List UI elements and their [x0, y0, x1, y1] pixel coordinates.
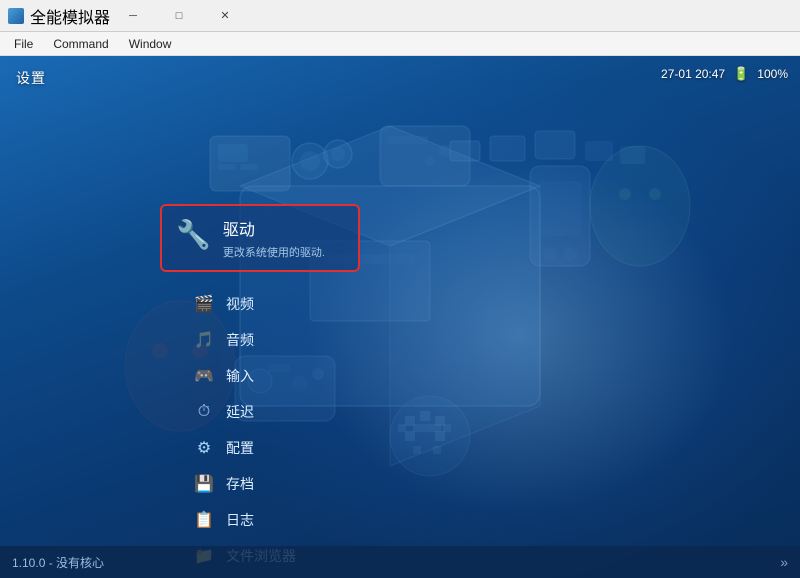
titlebar-controls: ─ □ ✕	[110, 0, 248, 32]
config-icon: ⚙	[192, 436, 216, 460]
input-icon: 🎮	[192, 364, 216, 388]
save-label: 存档	[226, 474, 254, 494]
close-button[interactable]: ✕	[202, 0, 248, 32]
battery-icon: 🔋	[733, 66, 749, 82]
side-menu-item-input[interactable]: 🎮 输入	[180, 358, 340, 394]
log-label: 日志	[226, 510, 254, 530]
input-label: 输入	[226, 366, 254, 386]
bottombar: 1.10.0 - 没有核心 »	[0, 546, 800, 578]
menu-window[interactable]: Window	[119, 33, 182, 55]
menu-command[interactable]: Command	[43, 33, 118, 55]
audio-icon: 🎵	[192, 328, 216, 352]
save-icon: 💾	[192, 472, 216, 496]
video-label: 视频	[226, 294, 254, 314]
maximize-button[interactable]: □	[156, 0, 202, 32]
datetime-label: 27-01 20:47	[661, 67, 725, 81]
driver-icon: 🔧	[176, 218, 211, 251]
topright-info: 27-01 20:47 🔋 100%	[661, 66, 788, 82]
side-menu-item-latency[interactable]: ⏱ 延迟	[180, 394, 340, 430]
expand-arrow[interactable]: »	[780, 554, 788, 570]
driver-description: 更改系统使用的驱动.	[223, 244, 325, 260]
driver-title: 驱动	[223, 216, 325, 240]
side-menu-item-save[interactable]: 💾 存档	[180, 466, 340, 502]
titlebar-title: 全能模拟器	[30, 4, 110, 28]
log-icon: 📋	[192, 508, 216, 532]
main-area: 设置 27-01 20:47 🔋 100% 🔧 驱动 更改系统使用的驱动. 🎬 视…	[0, 56, 800, 578]
settings-label: 设置	[16, 68, 46, 88]
menu-file[interactable]: File	[4, 33, 43, 55]
version-label: 1.10.0 - 没有核心	[12, 554, 104, 571]
side-menu-item-video[interactable]: 🎬 视频	[180, 286, 340, 322]
driver-box-text: 驱动 更改系统使用的驱动.	[223, 216, 325, 260]
side-menu: 🎬视频🎵音频🎮输入⏱延迟⚙配置💾存档📋日志📁文件浏览器🖥限帽	[180, 286, 340, 578]
titlebar: 全能模拟器 ─ □ ✕	[0, 0, 800, 32]
audio-label: 音频	[226, 330, 254, 350]
latency-label: 延迟	[226, 402, 254, 422]
latency-icon: ⏱	[192, 400, 216, 424]
video-icon: 🎬	[192, 292, 216, 316]
battery-label: 100%	[757, 67, 788, 81]
config-label: 配置	[226, 438, 254, 458]
driver-box[interactable]: 🔧 驱动 更改系统使用的驱动.	[160, 204, 360, 272]
side-menu-item-config[interactable]: ⚙ 配置	[180, 430, 340, 466]
side-menu-item-log[interactable]: 📋 日志	[180, 502, 340, 538]
side-menu-item-audio[interactable]: 🎵 音频	[180, 322, 340, 358]
minimize-button[interactable]: ─	[110, 0, 156, 32]
menubar: File Command Window	[0, 32, 800, 56]
app-icon	[8, 8, 24, 24]
background-art	[0, 56, 800, 578]
